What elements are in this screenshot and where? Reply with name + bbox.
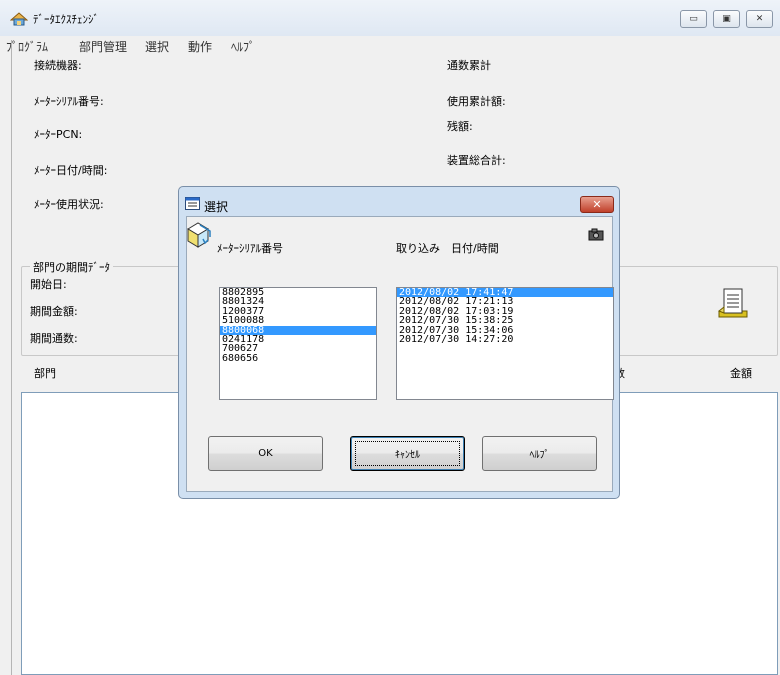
label-connected-device: 接続機器: <box>34 59 82 72</box>
label-total-usage: 使用累計額: <box>447 95 506 108</box>
label-balance: 残額: <box>447 120 473 133</box>
window-edge <box>11 40 12 675</box>
label-meter-usage: ﾒｰﾀｰ使用状況: <box>34 198 104 211</box>
menu-select[interactable]: 選択 <box>145 38 169 55</box>
ledger-icon[interactable] <box>716 285 750 321</box>
list-item[interactable]: 2012/07/30 14:27:20 <box>397 334 613 344</box>
label-meter-serial: ﾒｰﾀｰｼﾘｱﾙ番号: <box>34 95 104 108</box>
column-amount: 金額 <box>730 367 752 380</box>
window-title: ﾃﾞｰﾀｴｸｽﾁｪﾝｼﾞ <box>33 13 99 26</box>
column-department: 部門 <box>34 367 56 380</box>
menu-department[interactable]: 部門管理 <box>79 38 127 55</box>
menu-help[interactable]: ﾍﾙﾌﾟ <box>231 38 255 55</box>
menu-program[interactable]: ﾌﾟﾛｸﾞﾗﾑ <box>6 38 48 55</box>
group-title: 部門の期間ﾃﾞｰﾀ <box>30 259 113 275</box>
serial-header: ﾒｰﾀｰｼﾘｱﾙ番号 <box>217 242 283 255</box>
cancel-button[interactable]: ｷｬﾝｾﾙ <box>350 436 465 471</box>
close-button[interactable]: ✕ <box>746 10 773 28</box>
dialog-title: 選択 <box>204 200 229 214</box>
datetime-listbox[interactable]: 2012/08/02 17:41:47 2012/08/02 17:21:13 … <box>396 287 614 400</box>
focus-rectangle <box>355 441 460 466</box>
label-total-count: 通数累計 <box>447 59 491 72</box>
dialog-close-button[interactable]: ✕ <box>580 196 614 213</box>
close-icon: ✕ <box>592 198 602 211</box>
minimize-icon: ▭ <box>689 14 698 24</box>
maximize-icon: ▣ <box>722 14 731 24</box>
label-start-date: 開始日: <box>30 278 67 291</box>
label-period-count: 期間通数: <box>30 332 78 345</box>
ok-button-label: OK <box>258 448 273 459</box>
minimize-button[interactable]: ▭ <box>680 10 707 28</box>
label-period-amount: 期間金額: <box>30 305 78 318</box>
ok-button[interactable]: OK <box>208 436 323 471</box>
folder-icon <box>187 222 211 248</box>
label-meter-pcn: ﾒｰﾀｰPCN: <box>34 128 83 141</box>
dialog-app-icon <box>185 197 200 210</box>
help-button[interactable]: ﾍﾙﾌﾟ <box>482 436 597 471</box>
app-icon <box>10 12 28 26</box>
label-device-total: 装置総合計: <box>447 154 506 167</box>
list-item[interactable]: 680656 <box>220 353 376 363</box>
maximize-button[interactable]: ▣ <box>713 10 740 28</box>
serial-listbox[interactable]: 8802895 8801324 1200377 5100088 8800068 … <box>219 287 377 400</box>
camera-icon[interactable] <box>588 228 604 241</box>
close-icon: ✕ <box>755 14 764 24</box>
title-bar <box>0 0 780 36</box>
label-meter-datetime: ﾒｰﾀｰ日付/時間: <box>34 164 108 177</box>
help-button-label: ﾍﾙﾌﾟ <box>529 450 550 461</box>
menu-action[interactable]: 動作 <box>188 38 212 55</box>
capture-datetime-header: 取り込み 日付/時間 <box>396 242 499 255</box>
